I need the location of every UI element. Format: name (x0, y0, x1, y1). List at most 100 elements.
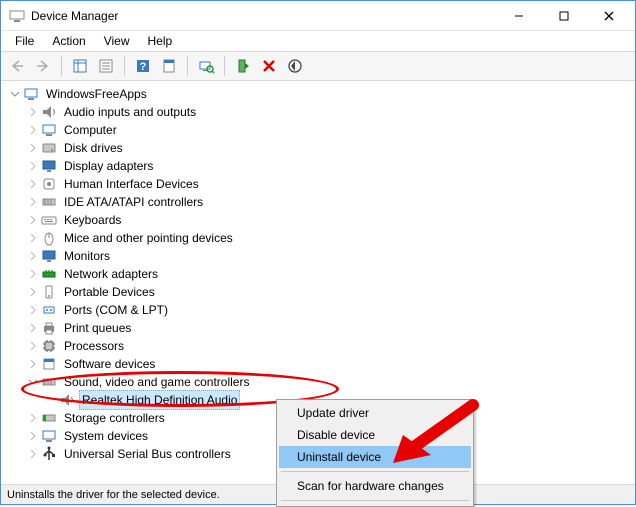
category-icon (41, 158, 57, 174)
menu-action[interactable]: Action (44, 32, 93, 50)
chevron-right-icon[interactable] (27, 106, 39, 118)
tree-category[interactable]: Disk drives (27, 139, 635, 157)
menu-view[interactable]: View (96, 32, 138, 50)
category-label: Network adapters (61, 265, 161, 283)
menu-file[interactable]: File (7, 32, 42, 50)
tree-category[interactable]: Mice and other pointing devices (27, 229, 635, 247)
tree-category[interactable]: Software devices (27, 355, 635, 373)
chevron-right-icon[interactable] (27, 142, 39, 154)
chevron-right-icon[interactable] (27, 358, 39, 370)
context-disable-device[interactable]: Disable device (279, 424, 471, 446)
chevron-right-icon[interactable] (27, 160, 39, 172)
close-button[interactable] (586, 2, 631, 30)
chevron-right-icon[interactable] (27, 268, 39, 280)
window-title: Device Manager (31, 9, 496, 23)
enable-device-button[interactable] (231, 54, 255, 78)
tree-category[interactable]: Monitors (27, 247, 635, 265)
category-label: Print queues (61, 319, 134, 337)
chevron-right-icon[interactable] (27, 232, 39, 244)
category-icon (41, 428, 57, 444)
chevron-down-icon[interactable] (27, 376, 39, 388)
category-icon (41, 122, 57, 138)
chevron-right-icon[interactable] (27, 178, 39, 190)
chevron-right-icon[interactable] (27, 340, 39, 352)
chevron-right-icon[interactable] (27, 250, 39, 262)
maximize-button[interactable] (541, 2, 586, 30)
tree-category[interactable]: Sound, video and game controllers (27, 373, 635, 391)
chevron-right-icon[interactable] (27, 448, 39, 460)
category-label: Display adapters (61, 157, 156, 175)
chevron-right-icon[interactable] (27, 196, 39, 208)
title-bar: Device Manager (1, 1, 635, 31)
chevron-right-icon[interactable] (27, 430, 39, 442)
tree-category[interactable]: Processors (27, 337, 635, 355)
show-hide-tree-button[interactable] (68, 54, 92, 78)
category-icon (41, 356, 57, 372)
category-icon (41, 284, 57, 300)
context-separator (281, 500, 469, 501)
chevron-right-icon[interactable] (27, 214, 39, 226)
back-button[interactable] (5, 54, 29, 78)
category-label: Sound, video and game controllers (61, 373, 252, 391)
tree-category[interactable]: Keyboards (27, 211, 635, 229)
chevron-right-icon[interactable] (27, 322, 39, 334)
tree-category[interactable]: Ports (COM & LPT) (27, 301, 635, 319)
update-driver-button[interactable] (283, 54, 307, 78)
toolbar: ? (1, 51, 635, 81)
context-separator (281, 471, 469, 472)
chevron-down-icon[interactable] (9, 88, 21, 100)
chevron-right-icon[interactable] (27, 304, 39, 316)
properties-sheet-button[interactable] (157, 54, 181, 78)
chevron-right-icon[interactable] (27, 412, 39, 424)
tree-category[interactable]: IDE ATA/ATAPI controllers (27, 193, 635, 211)
minimize-button[interactable] (496, 2, 541, 30)
chevron-right-icon[interactable] (27, 286, 39, 298)
category-label: Software devices (61, 355, 158, 373)
toolbar-separator (61, 56, 62, 76)
tree-category[interactable]: Portable Devices (27, 283, 635, 301)
category-label: Computer (61, 121, 120, 139)
category-label: Mice and other pointing devices (61, 229, 236, 247)
forward-button[interactable] (31, 54, 55, 78)
category-label: Processors (61, 337, 127, 355)
category-icon (41, 176, 57, 192)
properties-button[interactable] (94, 54, 118, 78)
category-label: Portable Devices (61, 283, 158, 301)
uninstall-device-button[interactable] (257, 54, 281, 78)
chevron-right-icon[interactable] (27, 124, 39, 136)
category-icon (41, 140, 57, 156)
tree-root[interactable]: WindowsFreeApps (9, 85, 635, 103)
category-icon (41, 338, 57, 354)
category-icon (41, 194, 57, 210)
category-icon (41, 320, 57, 336)
category-label: Human Interface Devices (61, 175, 202, 193)
menu-help[interactable]: Help (140, 32, 181, 50)
context-scan-hardware[interactable]: Scan for hardware changes (279, 475, 471, 497)
menu-bar: File Action View Help (1, 31, 635, 51)
help-button[interactable]: ? (131, 54, 155, 78)
category-label: Ports (COM & LPT) (61, 301, 171, 319)
tree-category[interactable]: Network adapters (27, 265, 635, 283)
category-icon (41, 248, 57, 264)
context-uninstall-device[interactable]: Uninstall device (279, 446, 471, 468)
tree-category[interactable]: Human Interface Devices (27, 175, 635, 193)
category-icon (41, 266, 57, 282)
tree-category[interactable]: Print queues (27, 319, 635, 337)
scan-hardware-button[interactable] (194, 54, 218, 78)
category-label: Storage controllers (61, 409, 168, 427)
category-label: Audio inputs and outputs (61, 103, 199, 121)
toolbar-separator (224, 56, 225, 76)
device-manager-icon (9, 8, 25, 24)
tree-category[interactable]: Computer (27, 121, 635, 139)
context-menu: Update driver Disable device Uninstall d… (276, 399, 474, 507)
toolbar-separator (187, 56, 188, 76)
context-update-driver[interactable]: Update driver (279, 402, 471, 424)
computer-icon (23, 86, 39, 102)
status-text: Uninstalls the driver for the selected d… (7, 489, 220, 501)
tree-category[interactable]: Display adapters (27, 157, 635, 175)
tree-category[interactable]: Audio inputs and outputs (27, 103, 635, 121)
category-icon (41, 302, 57, 318)
category-label: Universal Serial Bus controllers (61, 445, 234, 463)
speaker-icon (59, 392, 75, 408)
category-icon (41, 230, 57, 246)
